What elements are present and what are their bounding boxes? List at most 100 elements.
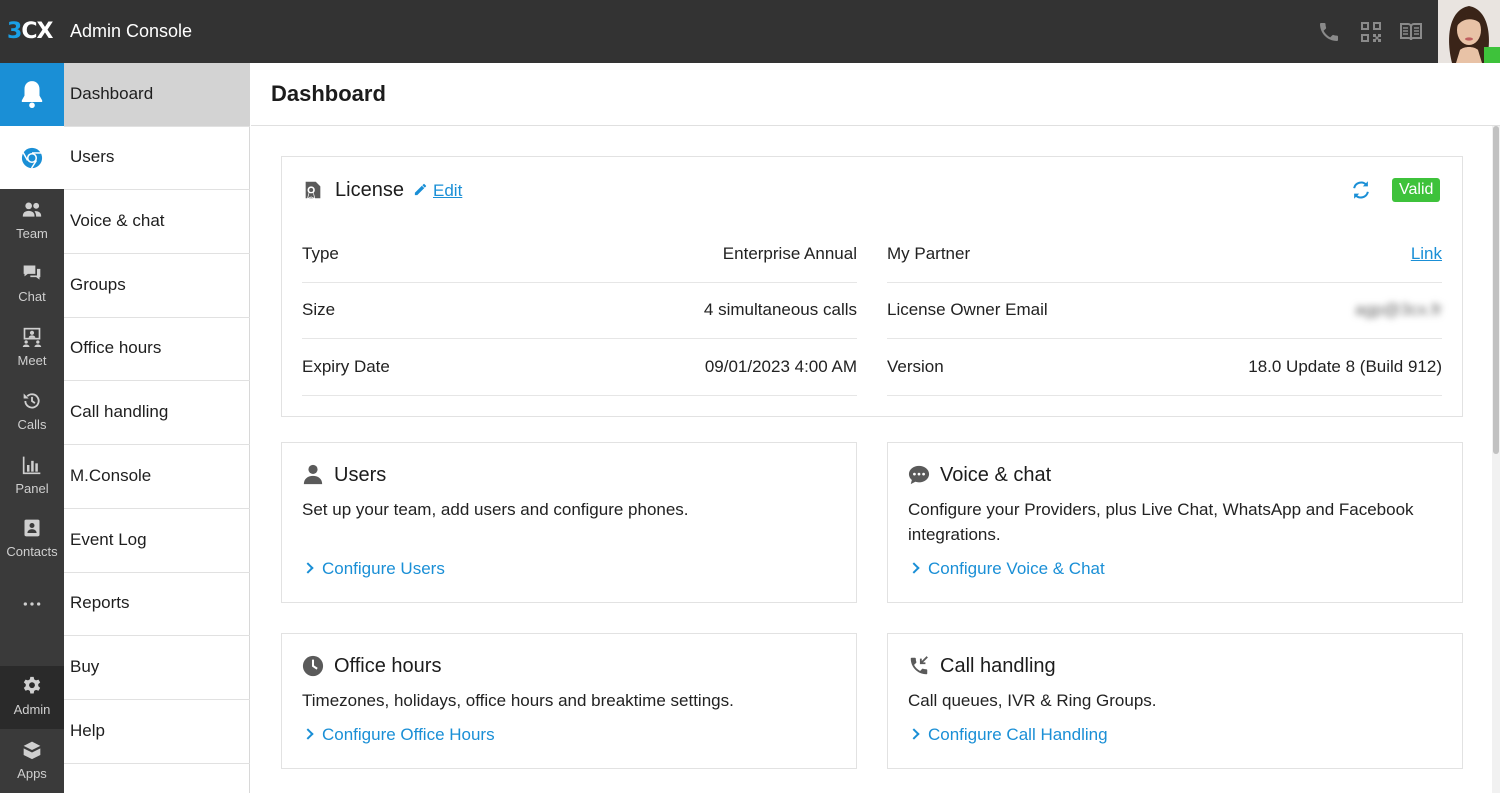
owner-email-value: agp@3cx.fr: [1354, 300, 1442, 319]
configure-voice-chat-link[interactable]: Configure Voice & Chat: [908, 559, 1105, 579]
more-icon: [23, 602, 41, 606]
partner-link[interactable]: Link: [1411, 244, 1442, 264]
license-edit-link[interactable]: Edit: [433, 181, 462, 201]
rail-item-apps[interactable]: Apps: [0, 730, 64, 793]
edit-pencil-icon[interactable]: [413, 182, 428, 197]
configure-office-hours-label: Configure Office Hours: [322, 725, 495, 744]
license-value: Enterprise Annual: [722, 244, 857, 263]
chevron-right-icon: [302, 728, 314, 740]
team-icon: [22, 202, 42, 217]
voice-chat-card-title: Voice & chat: [940, 464, 1052, 486]
subnav-item-m-console[interactable]: M.Console: [64, 445, 250, 509]
license-row-version: Version 18.0 Update 8 (Build 912): [887, 340, 1442, 396]
subnav-item-groups[interactable]: Groups: [64, 254, 250, 318]
chevron-right-icon: [908, 562, 920, 574]
rail-label-team: Team: [16, 226, 48, 241]
license-card: License Edit Valid Type Enterprise Annua…: [281, 156, 1463, 417]
meet-icon: [22, 327, 42, 347]
avatar[interactable]: [1438, 0, 1500, 63]
bell-icon: [21, 81, 43, 109]
office-hours-card-title: Office hours: [334, 655, 442, 677]
gear-icon: [23, 676, 41, 694]
incoming-call-icon: [910, 656, 928, 675]
license-row-type: Type Enterprise Annual: [302, 227, 857, 283]
phone-icon[interactable]: [1317, 20, 1341, 44]
configure-office-hours-link[interactable]: Configure Office Hours: [302, 725, 495, 745]
rail-label-meet: Meet: [17, 353, 47, 368]
users-card: Users Set up your team, add users and co…: [281, 442, 857, 603]
app-title: Admin Console: [70, 21, 193, 41]
history-icon: [23, 393, 40, 409]
license-key: Version: [887, 357, 944, 376]
rail-label-admin: Admin: [13, 702, 51, 717]
license-value: 4 simultaneous calls: [703, 300, 857, 319]
rail-item-meet[interactable]: Meet: [0, 317, 64, 380]
app-logo[interactable]: 3CX: [7, 19, 53, 44]
configure-call-handling-link[interactable]: Configure Call Handling: [908, 725, 1108, 745]
call-handling-card: Call handling Call queues, IVR & Ring Gr…: [887, 633, 1463, 769]
rail-item-more[interactable]: [0, 572, 64, 635]
qr-code-icon[interactable]: [1359, 20, 1383, 44]
subnav-item-event-log[interactable]: Event Log: [64, 509, 250, 573]
rail-label-calls: Calls: [17, 417, 47, 432]
subnav-item-voice-chat[interactable]: Voice & chat: [64, 190, 250, 254]
rail-label-panel: Panel: [15, 481, 49, 496]
license-key: Expiry Date: [302, 357, 390, 376]
bar-chart-icon: [22, 456, 41, 475]
office-hours-card: Office hours Timezones, holidays, office…: [281, 633, 857, 769]
rail-item-chat[interactable]: Chat: [0, 253, 64, 316]
voice-chat-card: Voice & chat Configure your Providers, p…: [887, 442, 1463, 603]
book-icon[interactable]: [1399, 20, 1423, 44]
users-card-description: Set up your team, add users and configur…: [302, 500, 689, 519]
rail-label-contacts: Contacts: [6, 544, 58, 559]
voice-chat-card-description: Configure your Providers, plus Live Chat…: [908, 500, 1414, 544]
license-title: License: [335, 179, 404, 201]
rail-item-panel[interactable]: Panel: [0, 445, 64, 508]
rail-item-notifications[interactable]: [0, 63, 64, 126]
refresh-icon[interactable]: [1350, 179, 1372, 201]
subnav-item-help[interactable]: Help: [64, 700, 250, 764]
rail-item-contacts[interactable]: Contacts: [0, 508, 64, 571]
license-row-size: Size 4 simultaneous calls: [302, 283, 857, 339]
subnav-item-office-hours[interactable]: Office hours: [64, 317, 250, 381]
rail-item-calls[interactable]: Calls: [0, 381, 64, 444]
contacts-icon: [24, 519, 40, 537]
chat-icon: [23, 265, 41, 280]
rail-label-chat: Chat: [18, 289, 46, 304]
main-scrollbar[interactable]: [1492, 126, 1500, 793]
users-card-title: Users: [334, 464, 387, 486]
rail-item-browser[interactable]: [0, 126, 64, 189]
call-handling-card-description: Call queues, IVR & Ring Groups.: [908, 691, 1157, 710]
license-key: Type: [302, 244, 339, 263]
license-key: License Owner Email: [887, 300, 1048, 319]
configure-users-label: Configure Users: [322, 559, 445, 578]
app-rail: Team Chat Meet Calls Panel Contacts Admi…: [0, 63, 64, 793]
rail-item-team[interactable]: Team: [0, 190, 64, 253]
subnav-item-buy[interactable]: Buy: [64, 636, 250, 700]
subnav-item-dashboard[interactable]: Dashboard: [64, 63, 250, 127]
main-content: Dashboard License Edit Valid Type Enterp…: [251, 63, 1500, 793]
scrollbar-thumb[interactable]: [1493, 126, 1499, 454]
admin-subnav: Dashboard Users Voice & chat Groups Offi…: [64, 63, 250, 793]
presence-status-badge: [1484, 47, 1500, 63]
subnav-item-users[interactable]: Users: [64, 126, 250, 190]
configure-users-link[interactable]: Configure Users: [302, 559, 445, 579]
license-certificate-icon: [305, 181, 321, 200]
page-title: Dashboard: [271, 81, 386, 106]
top-bar: 3CX Admin Console: [0, 0, 1500, 63]
configure-call-handling-label: Configure Call Handling: [928, 725, 1108, 744]
license-value: 18.0 Update 8 (Build 912): [1248, 357, 1442, 376]
office-hours-card-description: Timezones, holidays, office hours and br…: [302, 691, 734, 710]
user-icon: [303, 464, 323, 485]
chevron-right-icon: [302, 562, 314, 574]
license-status-badge: Valid: [1392, 178, 1441, 202]
license-key: My Partner: [887, 244, 971, 263]
subnav-item-call-handling[interactable]: Call handling: [64, 381, 250, 445]
subnav-item-reports[interactable]: Reports: [64, 572, 250, 636]
chat-bubble-icon: [908, 465, 930, 485]
license-row-expiry: Expiry Date 09/01/2023 4:00 AM: [302, 340, 857, 396]
chevron-right-icon: [908, 728, 920, 740]
call-handling-card-title: Call handling: [940, 655, 1056, 677]
rail-item-admin[interactable]: Admin: [0, 666, 64, 729]
clock-icon: [302, 655, 324, 677]
